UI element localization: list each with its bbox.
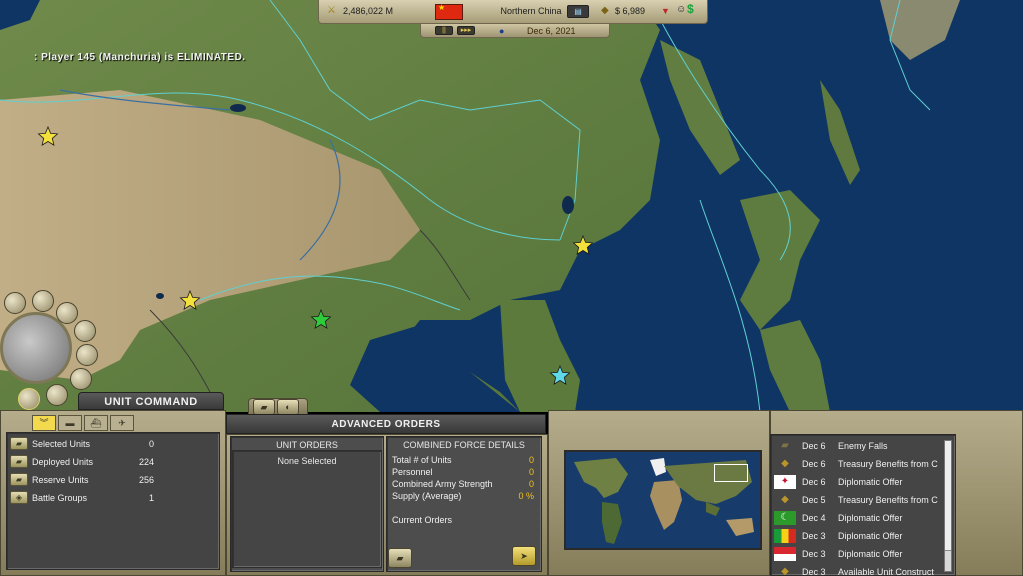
unit-command-icon[interactable] xyxy=(18,388,40,410)
deployed-units-icon: ▰ xyxy=(10,455,28,468)
event-date: Dec 5 xyxy=(802,495,826,505)
cfd-total-units: Total # of Units 0 xyxy=(392,455,534,465)
event-row[interactable]: ▰ Dec 6 Enemy Falls xyxy=(772,438,948,454)
event-date: Dec 3 xyxy=(802,567,826,576)
nation-flag-icon[interactable] xyxy=(435,3,463,20)
event-date: Dec 3 xyxy=(802,531,826,541)
cash-value: $ 6,989 xyxy=(615,6,646,16)
event-date: Dec 4 xyxy=(802,513,826,523)
events-scrollbar[interactable] xyxy=(944,440,952,572)
factory-icon[interactable] xyxy=(32,290,54,312)
selected-units-icon: ▰ xyxy=(10,437,28,450)
missile-icon[interactable] xyxy=(74,320,96,342)
event-text: Treasury Benefits from C xyxy=(838,459,938,469)
trend-down-icon: ▼ xyxy=(661,6,670,16)
unit-command-title: UNIT COMMAND xyxy=(104,396,198,408)
ship-icon[interactable]: ⛴ xyxy=(84,415,108,431)
tank-icon[interactable] xyxy=(4,292,26,314)
event-text: Diplomatic Offer xyxy=(838,531,903,541)
event-row[interactable]: Dec 3 Diplomatic Offer xyxy=(772,528,948,544)
advanced-orders-title: ADVANCED ORDERS xyxy=(331,419,441,430)
tricolor-flag-icon xyxy=(774,529,796,543)
globe-icon[interactable]: ● xyxy=(499,26,504,36)
trade-icon[interactable] xyxy=(46,384,68,406)
event-date: Dec 3 xyxy=(802,549,826,559)
current-orders-label: Current Orders xyxy=(392,515,453,525)
viewport-rectangle[interactable] xyxy=(714,464,748,482)
event-text: Diplomatic Offer xyxy=(838,477,903,487)
treasury-funds: 2,486,022 M xyxy=(343,6,394,16)
wales-flag-icon: ✦ xyxy=(774,475,796,489)
battle-groups-icon: ◈ xyxy=(10,491,28,504)
game-date: Dec 6, 2021 xyxy=(527,26,576,36)
events-scroll-thumb[interactable] xyxy=(945,441,951,551)
cash-icon: ◆ xyxy=(601,5,609,16)
unit-orders-value: None Selected xyxy=(277,456,337,466)
unit-command-header: UNIT COMMAND xyxy=(78,392,224,410)
tank-order-button[interactable]: ▰ xyxy=(388,548,412,568)
cfd-army-strength: Combined Army Strength 0 xyxy=(392,479,534,489)
selected-units-row[interactable]: ▰ Selected Units 0 xyxy=(10,437,162,451)
pause-button[interactable]: || xyxy=(435,26,453,35)
chevron-icon[interactable]: ︾ xyxy=(32,415,56,431)
coin-icon: ◆ xyxy=(781,566,789,576)
coin-icon: ⚔ xyxy=(327,5,336,16)
top-status-bar: ⚔ 2,486,022 M Northern China ▤ ◆ $ 6,989… xyxy=(318,0,708,24)
time-control-bar: || ▸▸▸ ● Dec 6, 2021 xyxy=(420,24,610,38)
nation-name: Northern China xyxy=(500,6,562,16)
green-flag-icon: ☾ xyxy=(774,511,796,525)
red-white-flag-icon xyxy=(774,547,796,561)
coin-icon: ◆ xyxy=(781,494,789,505)
coin-icon: ◆ xyxy=(781,458,789,469)
tank-icon[interactable]: ▬ xyxy=(58,415,82,431)
ship-order-icon[interactable]: ◐ xyxy=(277,399,299,415)
event-text: Treasury Benefits from C xyxy=(838,495,938,505)
battle-groups-row[interactable]: ◈ Battle Groups 1 xyxy=(10,491,162,505)
fast-forward-button[interactable]: ▸▸▸ xyxy=(457,26,475,35)
event-text: Diplomatic Offer xyxy=(838,513,903,523)
research-icon[interactable] xyxy=(56,302,78,324)
tank-icon: ▰ xyxy=(781,440,789,451)
event-text: Diplomatic Offer xyxy=(838,549,903,559)
event-date: Dec 6 xyxy=(802,477,826,487)
cfd-personnel: Personnel 0 xyxy=(392,467,534,477)
unit-orders-header: UNIT ORDERS xyxy=(276,440,338,450)
elimination-message: : Player 145 (Manchuria) is ELIMINATED. xyxy=(34,52,246,63)
advanced-orders-header: ADVANCED ORDERS xyxy=(226,414,546,434)
plane-icon[interactable]: ✈ xyxy=(110,415,134,431)
event-row[interactable]: Dec 3 Diplomatic Offer xyxy=(772,546,948,562)
reserve-units-row[interactable]: ▰ Reserve Units 256 xyxy=(10,473,162,487)
reserve-units-icon: ▰ xyxy=(10,473,28,486)
event-text: Available Unit Construct xyxy=(838,567,934,576)
event-text: Enemy Falls xyxy=(838,441,888,451)
issue-order-button[interactable]: ➤ xyxy=(512,546,536,566)
unit-orders-list[interactable] xyxy=(232,450,382,568)
dollar-icon[interactable]: $ xyxy=(687,3,694,15)
cfd-header: COMBINED FORCE DETAILS xyxy=(403,440,525,450)
event-row[interactable]: ◆ Dec 6 Treasury Benefits from C xyxy=(772,456,948,472)
diplomacy-icon[interactable] xyxy=(70,368,92,390)
cfd-supply: Supply (Average) 0 % xyxy=(392,491,534,501)
minimap[interactable] xyxy=(564,450,762,550)
event-row[interactable]: ✦ Dec 6 Diplomatic Offer xyxy=(772,474,948,490)
event-date: Dec 6 xyxy=(802,459,826,469)
unit-type-tabs: ︾ ▬ ⛴ ✈ xyxy=(10,415,140,431)
resources-icon[interactable] xyxy=(76,344,98,366)
event-row[interactable]: ◆ Dec 3 Available Unit Construct xyxy=(772,564,948,576)
advisor-icon[interactable]: ☺ xyxy=(676,5,686,15)
event-date: Dec 6 xyxy=(802,441,826,451)
monitor-icon[interactable]: ▤ xyxy=(567,5,589,18)
tank-order-icon[interactable]: ▰ xyxy=(253,399,275,415)
world-map[interactable]: : Player 145 (Manchuria) is ELIMINATED. xyxy=(0,0,1023,412)
deployed-units-row[interactable]: ▰ Deployed Units 224 xyxy=(10,455,162,469)
event-row[interactable]: ◆ Dec 5 Treasury Benefits from C xyxy=(772,492,948,508)
event-row[interactable]: ☾ Dec 4 Diplomatic Offer xyxy=(772,510,948,526)
